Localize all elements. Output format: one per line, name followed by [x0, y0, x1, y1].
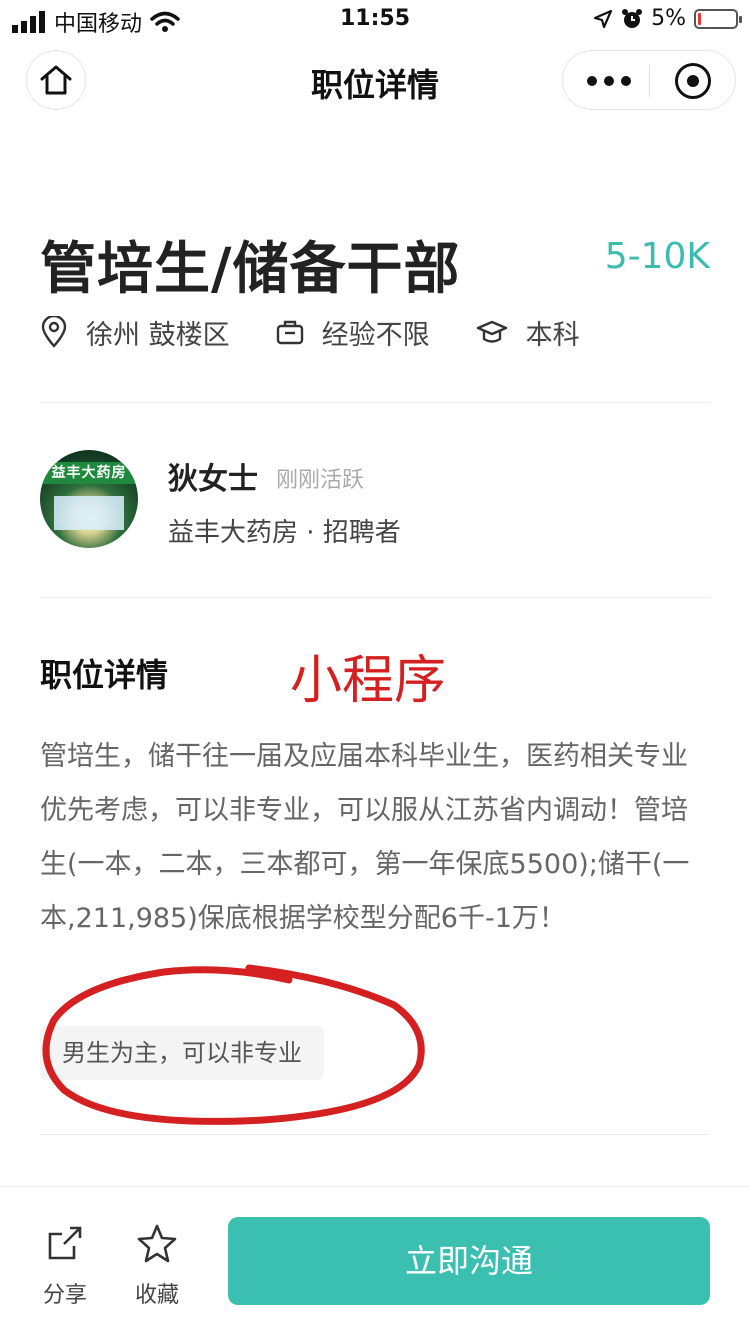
location-arrow-icon	[593, 9, 613, 28]
location-text: 徐州 鼓楼区	[86, 319, 230, 351]
bottom-bar: 分享 收藏 立即沟通	[0, 1186, 750, 1335]
alarm-icon	[622, 8, 643, 28]
meta-experience: 经验不限	[276, 313, 430, 352]
mini-program-capsule	[562, 50, 736, 110]
avatar[interactable]: 益丰大药房	[40, 450, 138, 548]
status-bar: 中国移动 11:55 5%	[0, 0, 750, 40]
divider	[40, 402, 710, 403]
more-dots-icon[interactable]	[587, 69, 631, 93]
capsule-divider	[649, 65, 650, 97]
job-description: 管培生，储干往一届及应届本科毕业生，医药相关专业优先考虑，可以非专业，可以服从江…	[40, 741, 690, 934]
section-title: 职位详情	[40, 656, 169, 694]
avatar-sign: 益丰大药房	[40, 462, 138, 484]
education-text: 本科	[525, 319, 580, 351]
share-button[interactable]: 分享	[30, 1221, 100, 1309]
annotation-label: 小程序	[290, 651, 447, 711]
graduation-cap-icon	[476, 320, 507, 343]
target-icon[interactable]	[675, 63, 711, 99]
chat-now-button[interactable]: 立即沟通	[228, 1217, 710, 1305]
recruiter-name: 狄女士	[168, 462, 258, 497]
avatar-storefront	[54, 496, 124, 530]
job-title: 管培生/储备干部	[40, 237, 461, 302]
experience-text: 经验不限	[321, 319, 430, 351]
job-meta: 徐州 鼓楼区 经验不限 本科	[40, 310, 626, 354]
divider	[40, 597, 710, 598]
recruiter-company: 益丰大药房 · 招聘者	[168, 518, 401, 548]
recruiter-active-status: 刚刚活跃	[276, 468, 365, 493]
meta-location: 徐州 鼓楼区	[40, 313, 230, 352]
divider	[40, 1134, 710, 1135]
share-label: 分享	[42, 1283, 87, 1308]
star-icon	[137, 1224, 177, 1263]
nav-bar: 职位详情	[0, 48, 750, 112]
favorite-button[interactable]: 收藏	[122, 1221, 192, 1309]
briefcase-icon	[276, 320, 303, 345]
favorite-label: 收藏	[134, 1283, 179, 1308]
salary-range: 5-10K	[604, 236, 710, 277]
battery-icon	[694, 8, 742, 29]
battery-percent: 5%	[651, 6, 686, 31]
status-right: 5%	[593, 6, 742, 31]
meta-education: 本科	[476, 313, 580, 352]
share-icon	[48, 1226, 82, 1260]
location-pin-icon	[41, 316, 67, 348]
battery-fill	[698, 12, 701, 25]
red-circle-annotation	[42, 964, 425, 1125]
